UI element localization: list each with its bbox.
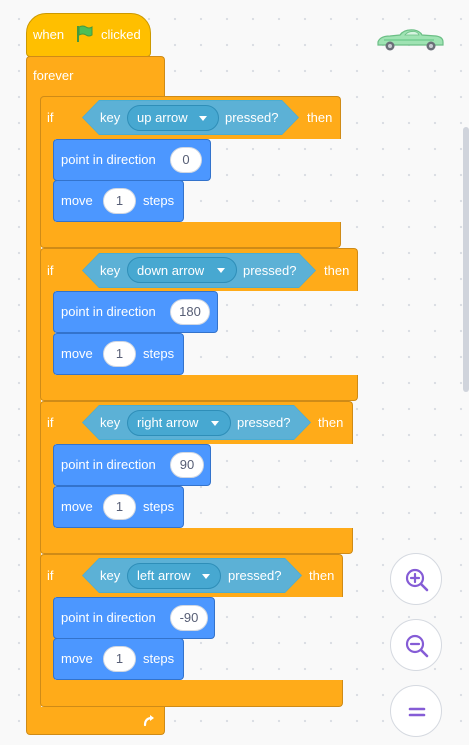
zoom-out-button[interactable] — [390, 619, 442, 671]
key-dropdown-value: left arrow — [137, 568, 191, 583]
point-in-direction-label: point in direction — [61, 610, 156, 625]
zoom-out-icon — [405, 634, 429, 658]
direction-input[interactable]: -90 — [170, 605, 208, 631]
if-label: if — [47, 263, 54, 278]
point-in-direction-label: point in direction — [61, 457, 156, 472]
then-label: then — [318, 415, 344, 430]
steps-label: steps — [143, 193, 175, 208]
steps-label: steps — [143, 499, 175, 514]
zoom-in-icon — [405, 568, 429, 592]
key-dropdown-value: down arrow — [137, 263, 205, 278]
key-label: key — [100, 263, 121, 278]
steps-label: steps — [143, 651, 175, 666]
pressed-label: pressed? — [237, 415, 291, 430]
if-block-right-bottom[interactable] — [40, 528, 353, 554]
reset-zoom-icon — [408, 707, 426, 717]
forever-block-arm[interactable] — [26, 96, 41, 708]
hat-clicked-label: clicked — [101, 27, 141, 42]
forever-label: forever — [33, 68, 74, 83]
point-in-direction-label: point in direction — [61, 304, 156, 319]
then-label: then — [324, 263, 350, 278]
chevron-down-icon — [202, 574, 210, 579]
pressed-label: pressed? — [228, 568, 282, 583]
if-block-up-bottom[interactable] — [40, 222, 341, 248]
key-dropdown-value: up arrow — [137, 110, 188, 125]
steps-input[interactable]: 1 — [103, 341, 136, 367]
green-flag-icon — [77, 25, 93, 42]
key-label: key — [100, 568, 121, 583]
move-label: move — [61, 499, 93, 514]
direction-input[interactable]: 90 — [170, 452, 204, 478]
if-block-down-bottom[interactable] — [40, 375, 358, 401]
then-label: then — [307, 110, 333, 125]
move-label: move — [61, 346, 93, 361]
direction-input[interactable]: 180 — [170, 299, 210, 325]
steps-input[interactable]: 1 — [103, 188, 136, 214]
hat-when-label: when — [33, 27, 65, 42]
vertical-scrollbar[interactable] — [463, 127, 469, 392]
steps-input[interactable]: 1 — [103, 646, 136, 672]
chevron-down-icon — [199, 116, 207, 121]
move-label: move — [61, 651, 93, 666]
car-sprite-icon — [377, 29, 444, 51]
key-dropdown-value: right arrow — [137, 415, 199, 430]
if-label: if — [47, 568, 54, 583]
loop-arrow-icon — [143, 715, 154, 727]
key-label: key — [100, 110, 121, 125]
pressed-label: pressed? — [225, 110, 279, 125]
if-label: if — [47, 110, 54, 125]
steps-input[interactable]: 1 — [103, 494, 136, 520]
if-label: if — [47, 415, 54, 430]
move-label: move — [61, 193, 93, 208]
steps-label: steps — [143, 346, 175, 361]
point-in-direction-label: point in direction — [61, 152, 156, 167]
if-block-left-bottom[interactable] — [40, 680, 343, 707]
reset-zoom-button[interactable] — [390, 685, 442, 737]
then-label: then — [309, 568, 335, 583]
pressed-label: pressed? — [243, 263, 297, 278]
key-label: key — [100, 415, 121, 430]
chevron-down-icon — [217, 268, 225, 273]
direction-input[interactable]: 0 — [170, 147, 202, 173]
zoom-in-button[interactable] — [390, 553, 442, 605]
chevron-down-icon — [211, 421, 219, 426]
